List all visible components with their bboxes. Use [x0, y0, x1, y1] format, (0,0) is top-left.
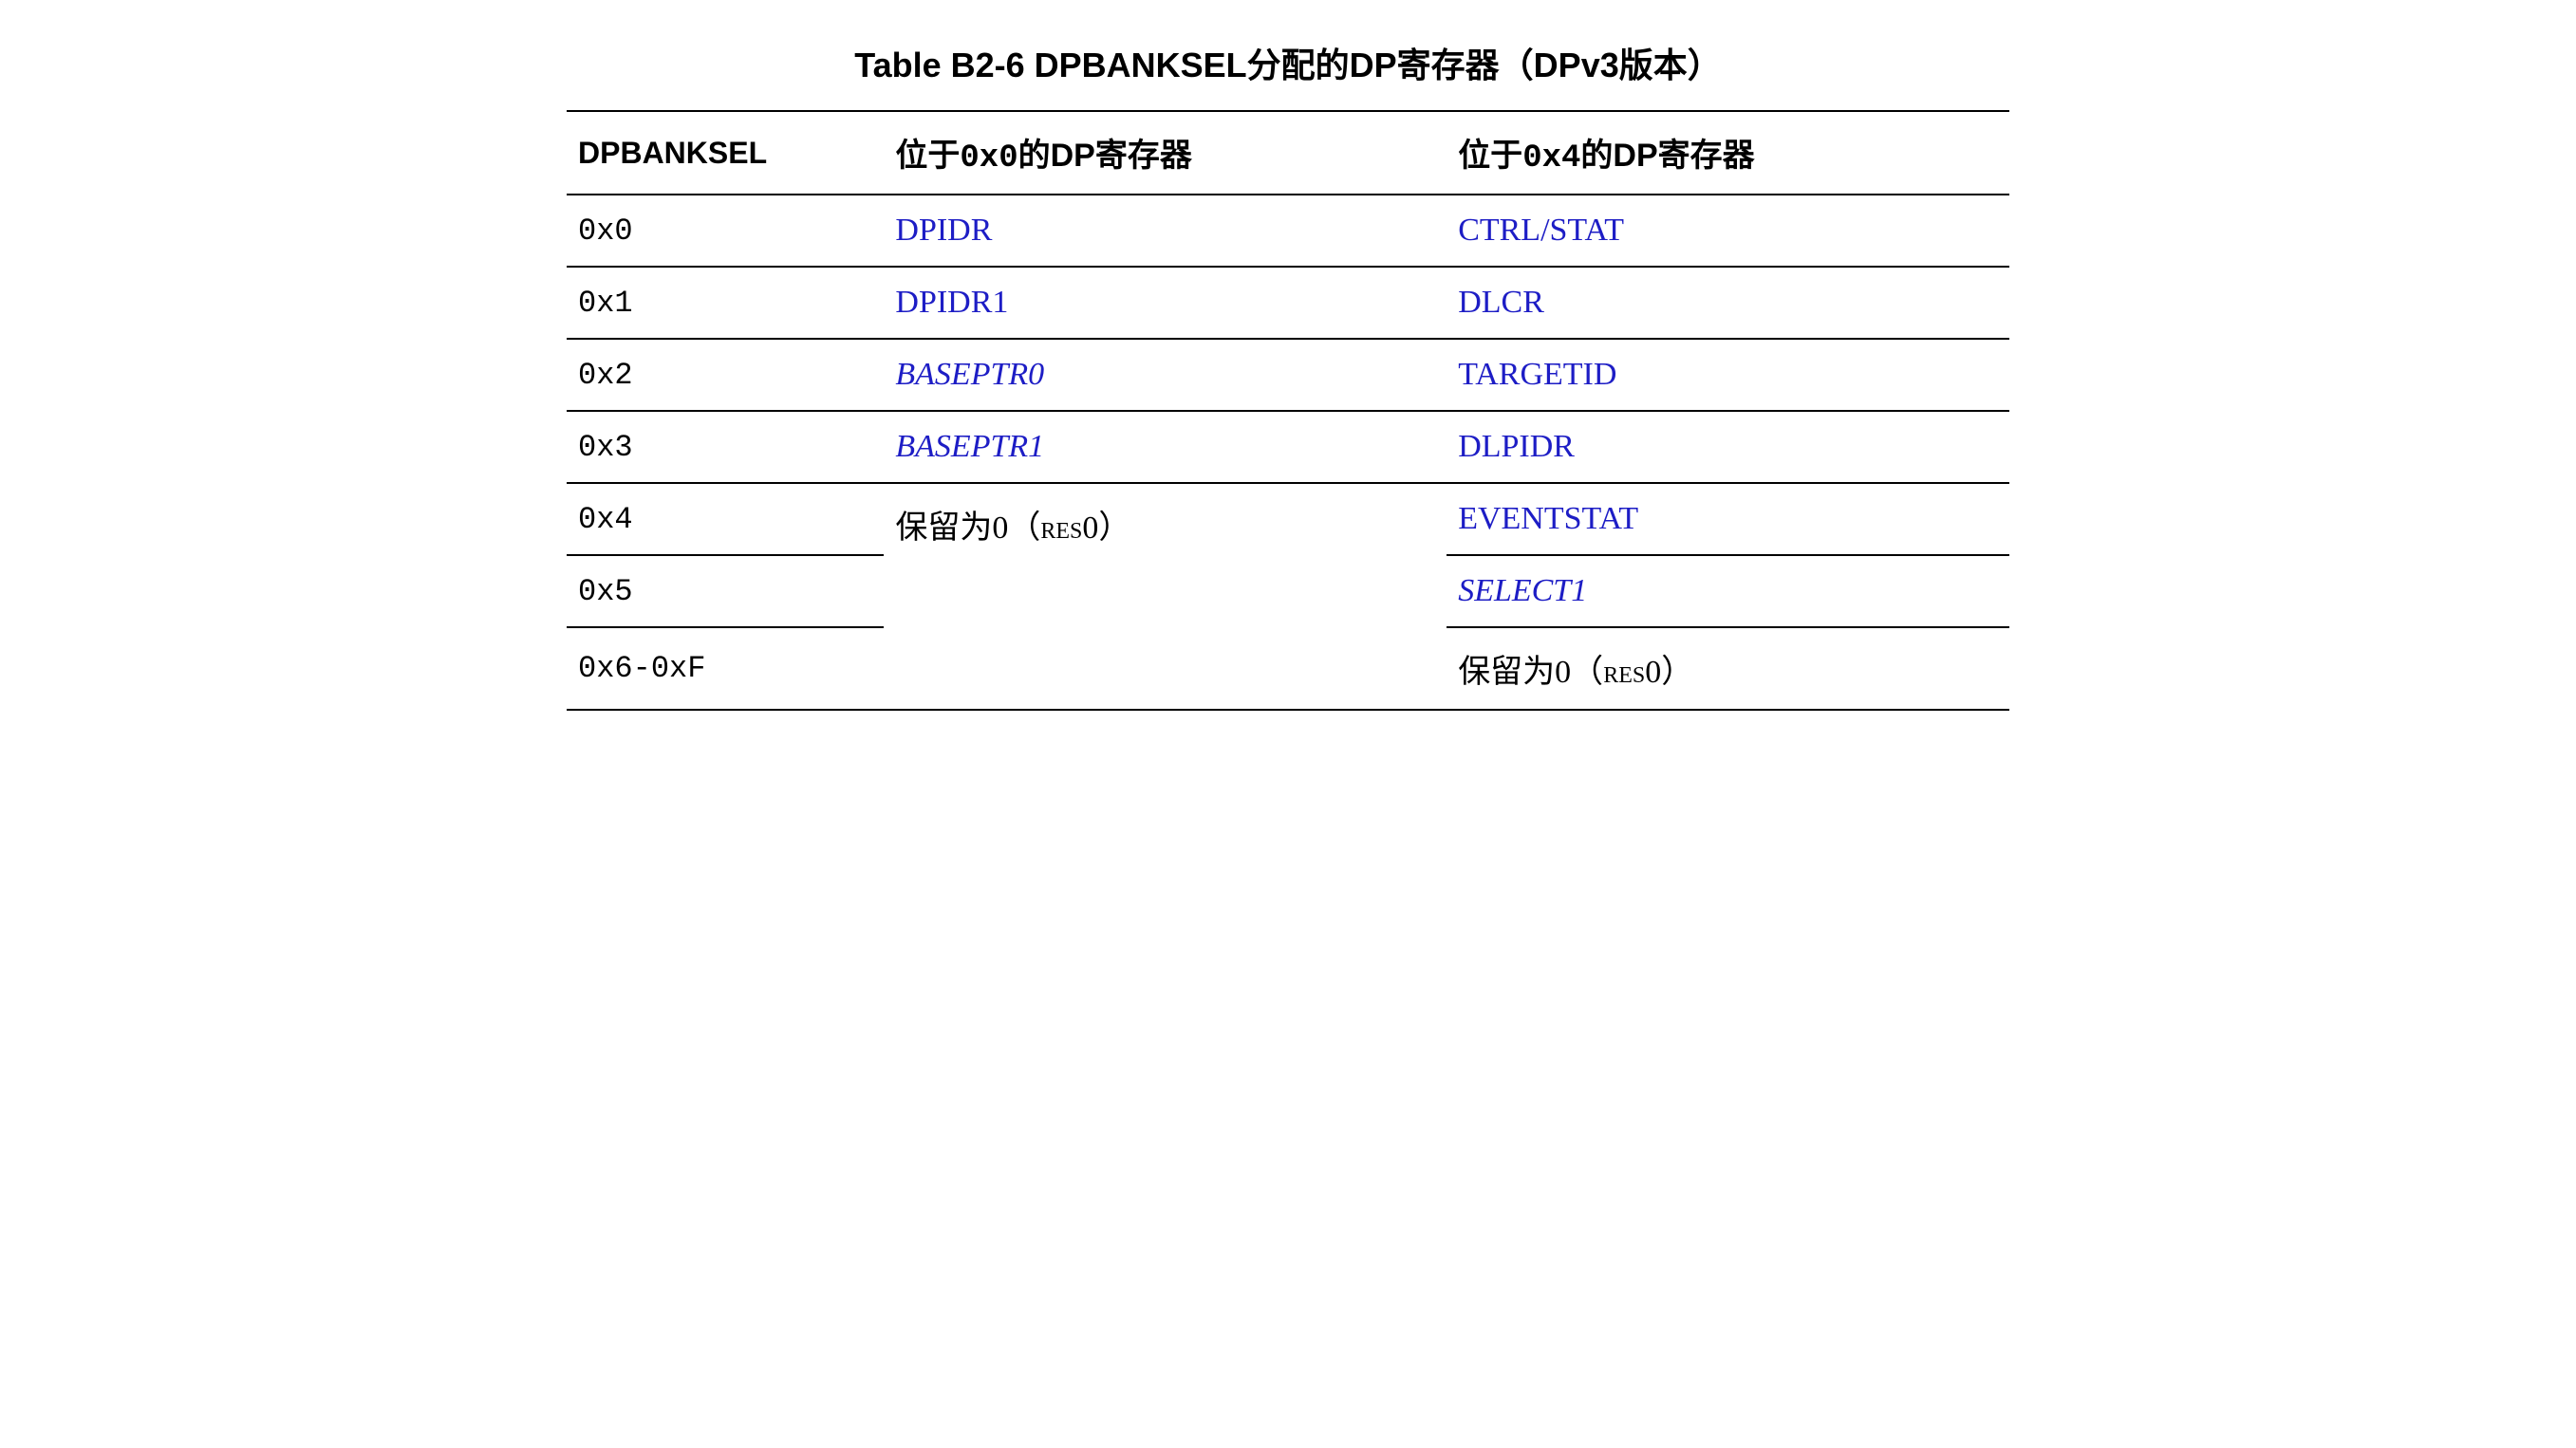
header-0x4-suffix: 的DP寄存器	[1580, 138, 1754, 174]
link-dlcr[interactable]: DLCR	[1458, 285, 1544, 320]
table-title: Table B2-6 DPBANKSEL分配的DP寄存器（DPv3版本）	[567, 38, 2009, 87]
reserved-prefix: 保留为0（	[1458, 655, 1603, 690]
table-row: 0x0 DPIDR CTRL/STAT	[567, 195, 2009, 267]
reserved-suffix: ）	[1098, 511, 1130, 546]
header-reg-0x0: 位于0x0的DP寄存器	[884, 111, 1447, 195]
cell-sel: 0x3	[567, 411, 884, 483]
link-select1[interactable]: SELECT1	[1458, 573, 1587, 608]
reserved-prefix: 保留为0（	[895, 511, 1040, 546]
header-reg-0x4: 位于0x4的DP寄存器	[1447, 111, 2009, 195]
table-container: Table B2-6 DPBANKSEL分配的DP寄存器（DPv3版本） DPB…	[567, 38, 2009, 711]
cell-reg4: DLPIDR	[1447, 411, 2009, 483]
cell-sel: 0x1	[567, 267, 884, 339]
cell-reg0: DPIDR1	[884, 267, 1447, 339]
cell-reg4: SELECT1	[1447, 555, 2009, 627]
reserved-res0: res0	[1603, 655, 1661, 690]
link-dpidr[interactable]: DPIDR	[895, 213, 992, 248]
cell-sel: 0x2	[567, 339, 884, 411]
cell-sel: 0x4	[567, 483, 884, 555]
header-0x0-addr: 0x0	[960, 140, 1017, 176]
table-row: 0x4 保留为0（res0） EVENTSTAT	[567, 483, 2009, 555]
table-row: 0x1 DPIDR1 DLCR	[567, 267, 2009, 339]
link-dlpidr[interactable]: DLPIDR	[1458, 429, 1575, 464]
header-row: DPBANKSEL 位于0x0的DP寄存器 位于0x4的DP寄存器	[567, 111, 2009, 195]
cell-reg4: CTRL/STAT	[1447, 195, 2009, 267]
link-ctrlstat[interactable]: CTRL/STAT	[1458, 213, 1624, 248]
header-0x0-suffix: 的DP寄存器	[1018, 138, 1192, 174]
cell-reg4: TARGETID	[1447, 339, 2009, 411]
link-targetid[interactable]: TARGETID	[1458, 357, 1616, 392]
table-row: 0x2 BASEPTR0 TARGETID	[567, 339, 2009, 411]
link-dpidr1[interactable]: DPIDR1	[895, 285, 1008, 320]
cell-reg0: BASEPTR1	[884, 411, 1447, 483]
table-row: 0x3 BASEPTR1 DLPIDR	[567, 411, 2009, 483]
cell-reg0: DPIDR	[884, 195, 1447, 267]
cell-reg4: EVENTSTAT	[1447, 483, 2009, 555]
header-0x4-addr: 0x4	[1522, 140, 1580, 176]
cell-sel: 0x5	[567, 555, 884, 627]
header-0x0-prefix: 位于	[895, 138, 960, 174]
cell-sel: 0x6-0xF	[567, 627, 884, 710]
link-baseptr1[interactable]: BASEPTR1	[895, 429, 1044, 464]
reserved-suffix: ）	[1661, 655, 1693, 690]
cell-reg4-reserved: 保留为0（res0）	[1447, 627, 2009, 710]
table-bottom-border	[567, 710, 2009, 711]
register-table: DPBANKSEL 位于0x0的DP寄存器 位于0x4的DP寄存器 0x0 DP…	[567, 110, 2009, 711]
header-dpbanksel: DPBANKSEL	[567, 111, 884, 195]
header-0x4-prefix: 位于	[1458, 138, 1522, 174]
reserved-res0: res0	[1040, 511, 1098, 546]
link-baseptr0[interactable]: BASEPTR0	[895, 357, 1044, 392]
cell-sel: 0x0	[567, 195, 884, 267]
link-eventstat[interactable]: EVENTSTAT	[1458, 501, 1638, 536]
cell-reg0-reserved: 保留为0（res0）	[884, 483, 1447, 710]
cell-reg4: DLCR	[1447, 267, 2009, 339]
cell-reg0: BASEPTR0	[884, 339, 1447, 411]
